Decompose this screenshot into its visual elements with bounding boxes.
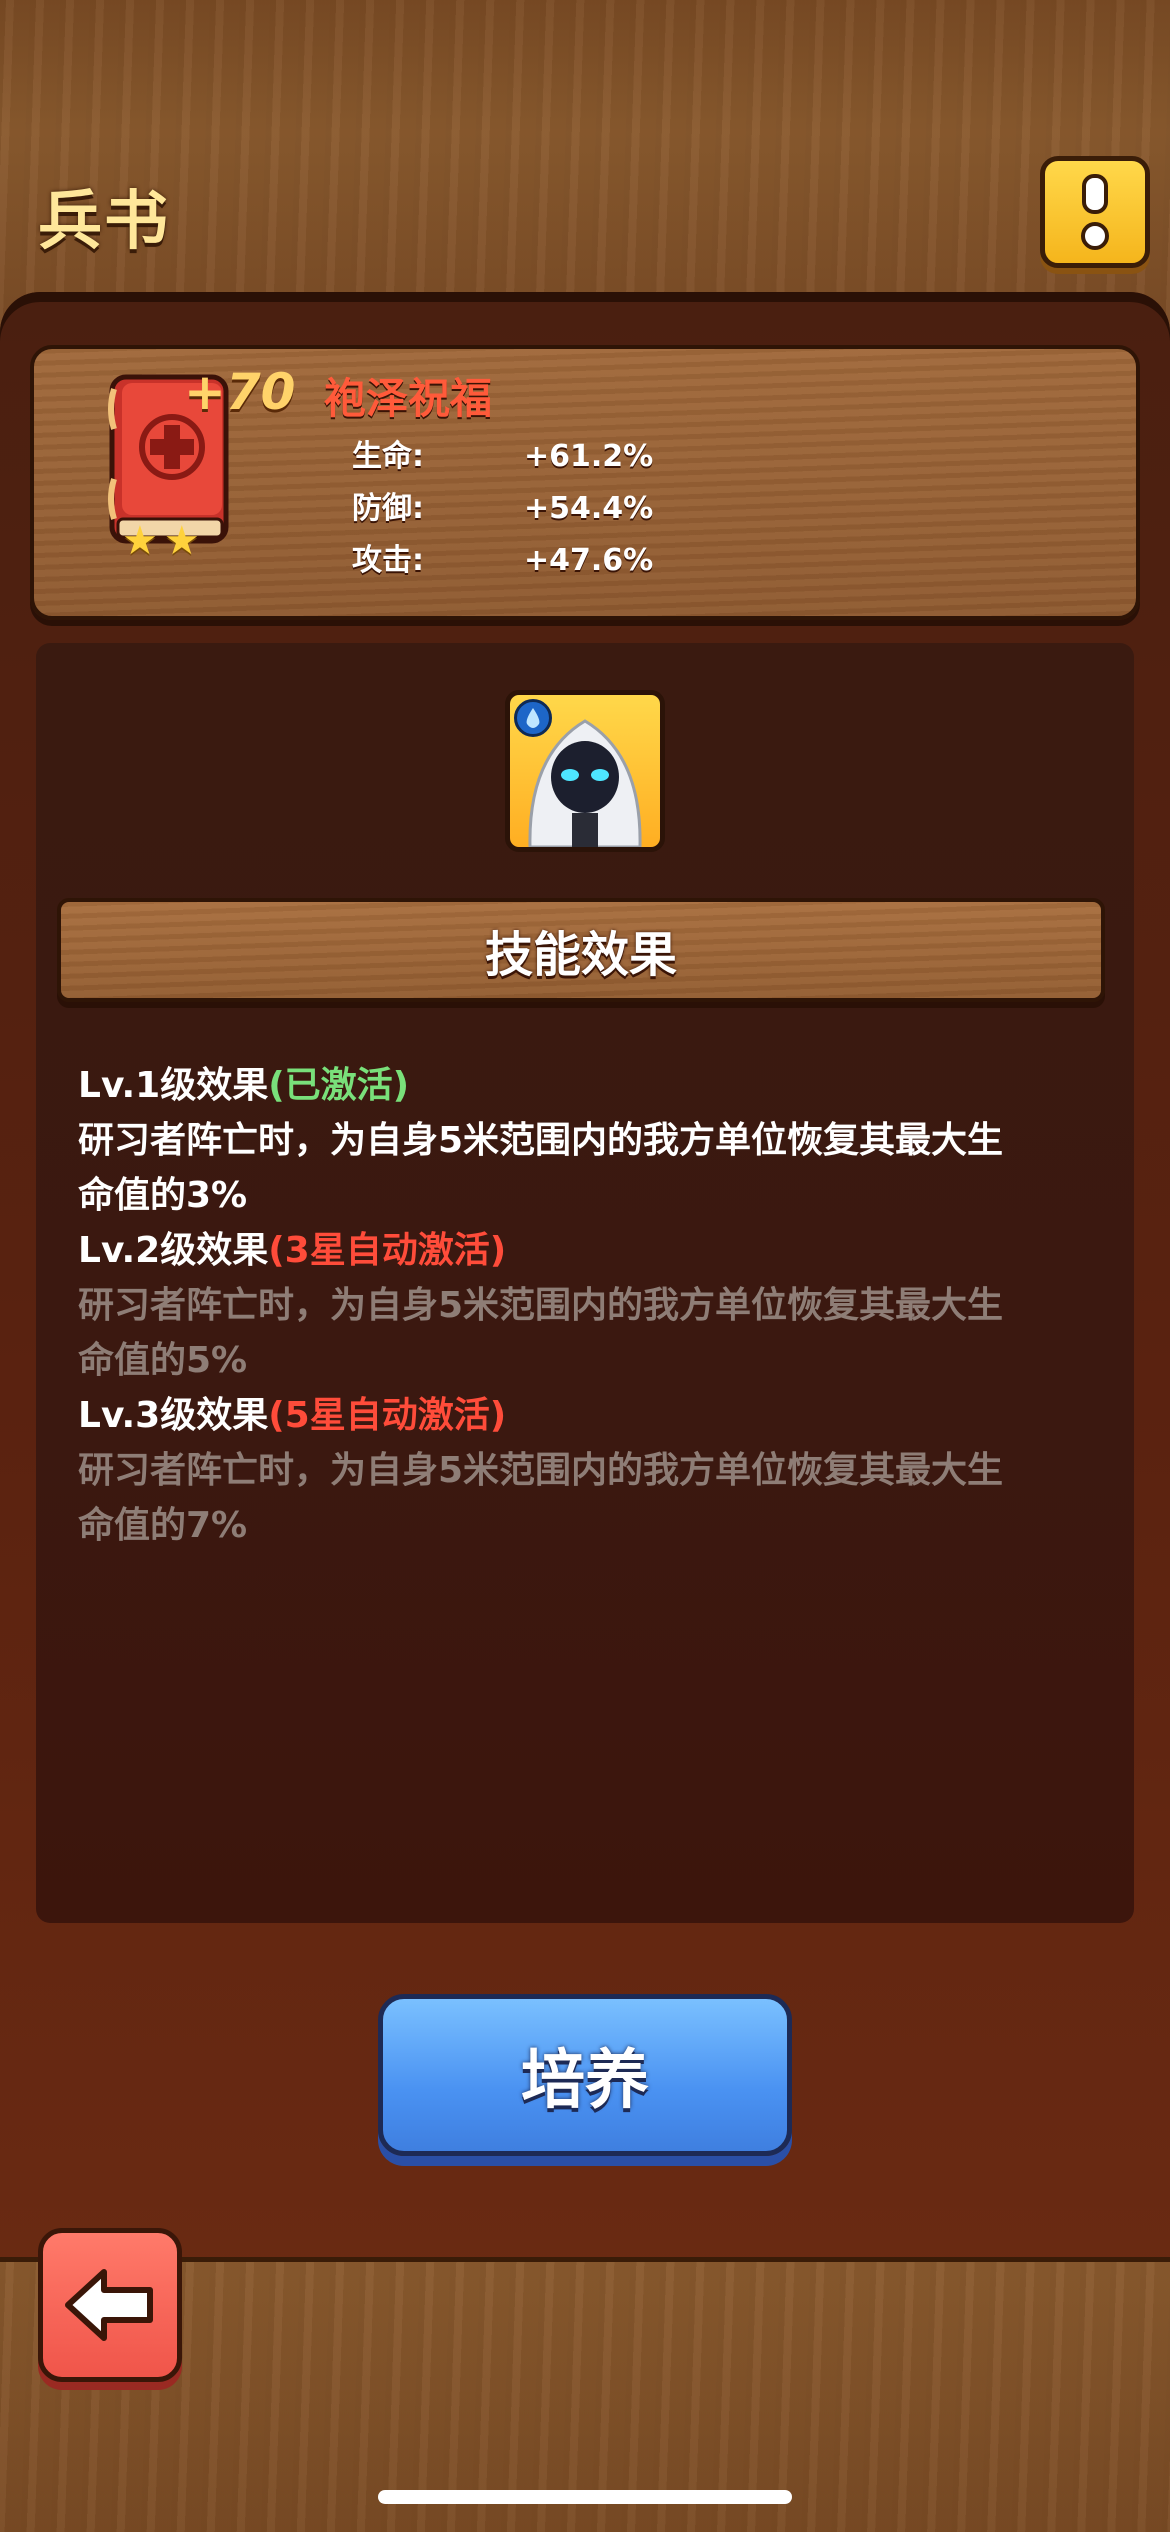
back-arrow-icon — [65, 2269, 153, 2341]
stat-label: 生命: — [352, 439, 424, 474]
skill-section-header: 技能效果 — [57, 898, 1105, 1002]
train-button-label: 培养 — [521, 2044, 649, 2118]
train-button[interactable]: 培养 — [378, 1994, 792, 2156]
back-button[interactable] — [38, 2228, 182, 2382]
info-button[interactable] — [1040, 156, 1150, 268]
stat-value: +47.6% — [524, 543, 654, 578]
page-title: 兵书 — [38, 185, 170, 259]
skill-effects-list: Lv.1级效果(已激活) 研习者阵亡时，为自身5米范围内的我方单位恢复其最大生 … — [78, 1058, 1078, 1553]
book-summary-card: ★ ★ +70 袍泽祝福 生命: +61.2% 防御: +54.4% 攻击: +47.… — [30, 345, 1140, 620]
stat-value: +54.4% — [524, 491, 654, 526]
effect-level-2-title: Lv.2级效果(3星自动激活) — [78, 1230, 507, 1271]
book-name: 袍泽祝福 — [324, 374, 493, 423]
section-title: 技能效果 — [484, 927, 677, 983]
effect-level-2-desc: 命值的5% — [78, 1340, 248, 1381]
water-drop-icon — [514, 699, 552, 737]
stat-row-defense: 防御: +54.4% — [352, 483, 653, 527]
stat-row-attack: 攻击: +47.6% — [352, 535, 653, 579]
effect-status: (3星自动激活) — [268, 1230, 507, 1271]
hero-avatar[interactable] — [505, 690, 665, 852]
effect-level-3-desc: 命值的7% — [78, 1505, 248, 1546]
stat-row-life: 生命: +61.2% — [352, 431, 653, 475]
stat-label: 防御: — [352, 491, 424, 526]
effect-status: (已激活) — [268, 1065, 410, 1106]
star-rating: ★ ★ — [122, 521, 200, 561]
effect-level-1-title: Lv.1级效果(已激活) — [78, 1065, 410, 1106]
stat-label: 攻击: — [352, 543, 424, 578]
home-indicator[interactable] — [378, 2490, 792, 2504]
exclamation-icon — [1081, 174, 1109, 250]
effect-status: (5星自动激活) — [268, 1395, 507, 1436]
effect-level-1-desc: 研习者阵亡时，为自身5米范围内的我方单位恢复其最大生 — [78, 1120, 1004, 1161]
top-wood-background — [0, 0, 1170, 330]
star-icon: ★ — [122, 518, 158, 564]
star-icon: ★ — [163, 518, 200, 564]
effect-level-2-desc: 研习者阵亡时，为自身5米范围内的我方单位恢复其最大生 — [78, 1285, 1004, 1326]
effect-level-3-title: Lv.3级效果(5星自动激活) — [78, 1395, 507, 1436]
book-level: +70 — [184, 363, 296, 421]
effect-level-1-desc: 命值的3% — [78, 1175, 248, 1216]
effect-level-3-desc: 研习者阵亡时，为自身5米范围内的我方单位恢复其最大生 — [78, 1450, 1004, 1491]
stat-value: +61.2% — [524, 439, 654, 474]
